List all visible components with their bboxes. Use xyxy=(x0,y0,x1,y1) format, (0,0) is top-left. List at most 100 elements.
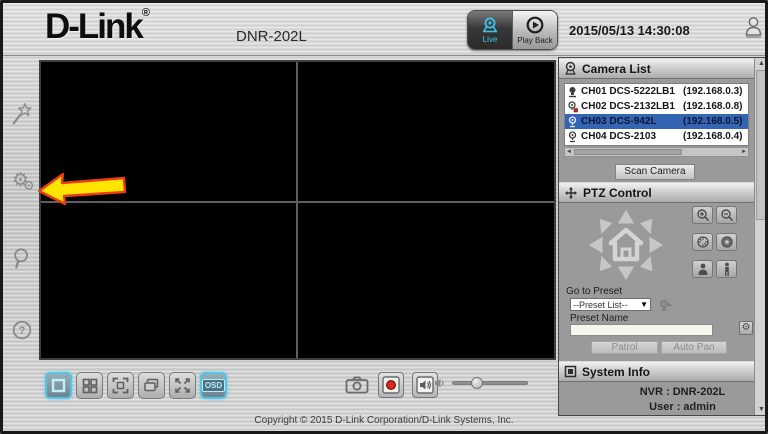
ptz-iris-open-button[interactable] xyxy=(692,233,713,251)
goto-preset-label: Go to Preset xyxy=(566,286,622,297)
live-tab[interactable]: Live xyxy=(468,11,512,49)
expand-arrows-icon xyxy=(174,377,191,394)
ptz-iris-close-button[interactable] xyxy=(716,233,737,251)
preset-list-value: --Preset List-- xyxy=(573,300,628,310)
top-header: D-Link® DNR-202L Live Play Back 2015/05/… xyxy=(3,3,765,56)
camera-ip: (192.168.0.4) xyxy=(683,131,743,142)
camera-ip: (192.168.0.3) xyxy=(683,86,743,97)
webcam-icon xyxy=(564,61,577,76)
ptz-down-arrow[interactable] xyxy=(617,266,635,281)
playback-tab[interactable]: Play Back xyxy=(512,11,557,49)
person-standing-icon xyxy=(722,262,732,277)
scroll-down-icon[interactable]: ▼ xyxy=(755,406,768,413)
system-info-header[interactable]: System Info xyxy=(559,361,754,382)
setup-wizard-icon[interactable] xyxy=(10,102,34,128)
preset-name-label: Preset Name xyxy=(570,313,628,324)
camera-list-title: Camera List xyxy=(582,62,651,76)
camera-snapshot-icon xyxy=(345,376,369,394)
ptz-title: PTZ Control xyxy=(583,186,652,200)
ptz-home-button[interactable] xyxy=(611,230,641,259)
camera-row-ch03-selected[interactable]: CH03 DCS-942L (192.168.0.5) xyxy=(565,114,748,129)
goto-preset-action-icon[interactable] xyxy=(659,299,673,311)
single-view-icon xyxy=(51,378,66,393)
ptz-right-arrow[interactable] xyxy=(649,236,664,254)
scroll-up-icon[interactable]: ▲ xyxy=(755,60,768,67)
brand-text: D-Link xyxy=(45,7,142,46)
volume-slider-thumb[interactable] xyxy=(471,377,483,389)
quad-view-button[interactable] xyxy=(76,372,103,399)
scroll-right-icon[interactable]: ► xyxy=(741,149,747,155)
video-grid xyxy=(39,60,556,360)
ptz-camera-icon xyxy=(567,86,578,98)
iris-open-icon xyxy=(696,235,710,249)
ptz-focus-near-button[interactable] xyxy=(692,260,713,278)
ptz-downright-arrow[interactable] xyxy=(639,255,653,272)
move-cross-icon xyxy=(564,186,578,200)
playback-tab-label: Play Back xyxy=(517,36,553,45)
settings-icon[interactable]: ⚙ ⚙ xyxy=(12,173,38,201)
vscroll-thumb[interactable] xyxy=(756,70,767,220)
help-icon[interactable]: ? xyxy=(10,318,34,344)
user-icon[interactable] xyxy=(744,14,763,42)
ptz-left-arrow[interactable] xyxy=(588,236,603,254)
camera-ip: (192.168.0.8) xyxy=(683,101,743,112)
camera-list-hscrollbar[interactable]: ◄ ► xyxy=(564,147,749,157)
record-button[interactable] xyxy=(378,372,404,398)
camera-row-ch01[interactable]: CH01 DCS-5222LB1 (192.168.0.3) xyxy=(565,84,748,99)
question-glyph: ? xyxy=(19,325,26,337)
scan-camera-button[interactable]: Scan Camera xyxy=(615,164,695,180)
video-cell-4[interactable] xyxy=(298,203,554,358)
auto-pan-button[interactable]: Auto Pan xyxy=(661,341,727,354)
registered-mark: ® xyxy=(142,7,150,19)
right-panel-scrollbar[interactable]: ▲ ▼ xyxy=(754,58,768,415)
camera-list: CH01 DCS-5222LB1 (192.168.0.3) CH02 DCS-… xyxy=(564,83,749,146)
speaker-icon xyxy=(416,376,434,394)
ptz-upright-arrow[interactable] xyxy=(639,218,653,235)
video-cell-3[interactable] xyxy=(41,203,296,358)
video-cell-2[interactable] xyxy=(298,62,554,201)
preset-settings-button[interactable]: ⚙ xyxy=(739,321,753,335)
snapshot-button[interactable] xyxy=(344,372,370,398)
camera-icon xyxy=(567,131,578,143)
ptz-up-arrow[interactable] xyxy=(617,209,635,224)
camera-row-ch02[interactable]: CH02 DCS-2132LB1 (192.168.0.8) xyxy=(565,99,748,114)
gear-small-glyph: ⚙ xyxy=(23,178,35,194)
search-log-icon[interactable] xyxy=(10,246,34,272)
volume-slider[interactable] xyxy=(452,381,528,385)
gear-icon: ⚙ xyxy=(742,322,751,333)
ptz-downleft-arrow[interactable] xyxy=(599,255,613,272)
camera-label: CH01 DCS-5222LB1 xyxy=(581,86,683,97)
ptz-zoom-out-button[interactable] xyxy=(716,206,737,224)
camera-list-header[interactable]: Camera List xyxy=(559,58,754,79)
model-name: DNR-202L xyxy=(236,28,307,45)
camera-label: CH04 DCS-2103 xyxy=(581,131,683,142)
patrol-button[interactable]: Patrol xyxy=(591,341,658,354)
osd-icon: OSD xyxy=(202,379,225,392)
sequence-view-button[interactable] xyxy=(138,372,165,399)
camera-label: CH02 DCS-2132LB1 xyxy=(581,101,683,112)
zoom-out-icon xyxy=(720,208,734,222)
full-screen-button[interactable] xyxy=(107,372,134,399)
ptz-header[interactable]: PTZ Control xyxy=(559,182,754,203)
volume-control xyxy=(434,377,528,389)
ptz-zoom-in-button[interactable] xyxy=(692,206,713,224)
view-mode-switch: Live Play Back xyxy=(467,10,558,50)
play-icon xyxy=(525,16,545,35)
scroll-left-icon[interactable]: ◄ xyxy=(566,149,572,155)
person-bust-icon xyxy=(697,262,709,276)
camera-row-ch04[interactable]: CH04 DCS-2103 (192.168.0.4) xyxy=(565,129,748,144)
ptz-upleft-arrow[interactable] xyxy=(599,218,613,235)
osd-toggle-button[interactable]: OSD xyxy=(200,372,227,399)
dlink-logo: D-Link® xyxy=(45,7,150,47)
camera-icon xyxy=(567,116,578,128)
preset-list-dropdown[interactable]: --Preset List-- ▼ xyxy=(570,298,651,311)
system-info-title: System Info xyxy=(582,365,650,379)
ptz-dpad[interactable] xyxy=(580,204,672,286)
hscroll-thumb[interactable] xyxy=(574,149,682,155)
ptz-focus-far-button[interactable] xyxy=(716,260,737,278)
actual-size-button[interactable] xyxy=(169,372,196,399)
single-view-button[interactable] xyxy=(45,372,72,399)
camera-recording-icon xyxy=(567,101,578,113)
preset-name-input[interactable] xyxy=(570,324,713,336)
user-info-line: User : admin xyxy=(559,401,754,413)
